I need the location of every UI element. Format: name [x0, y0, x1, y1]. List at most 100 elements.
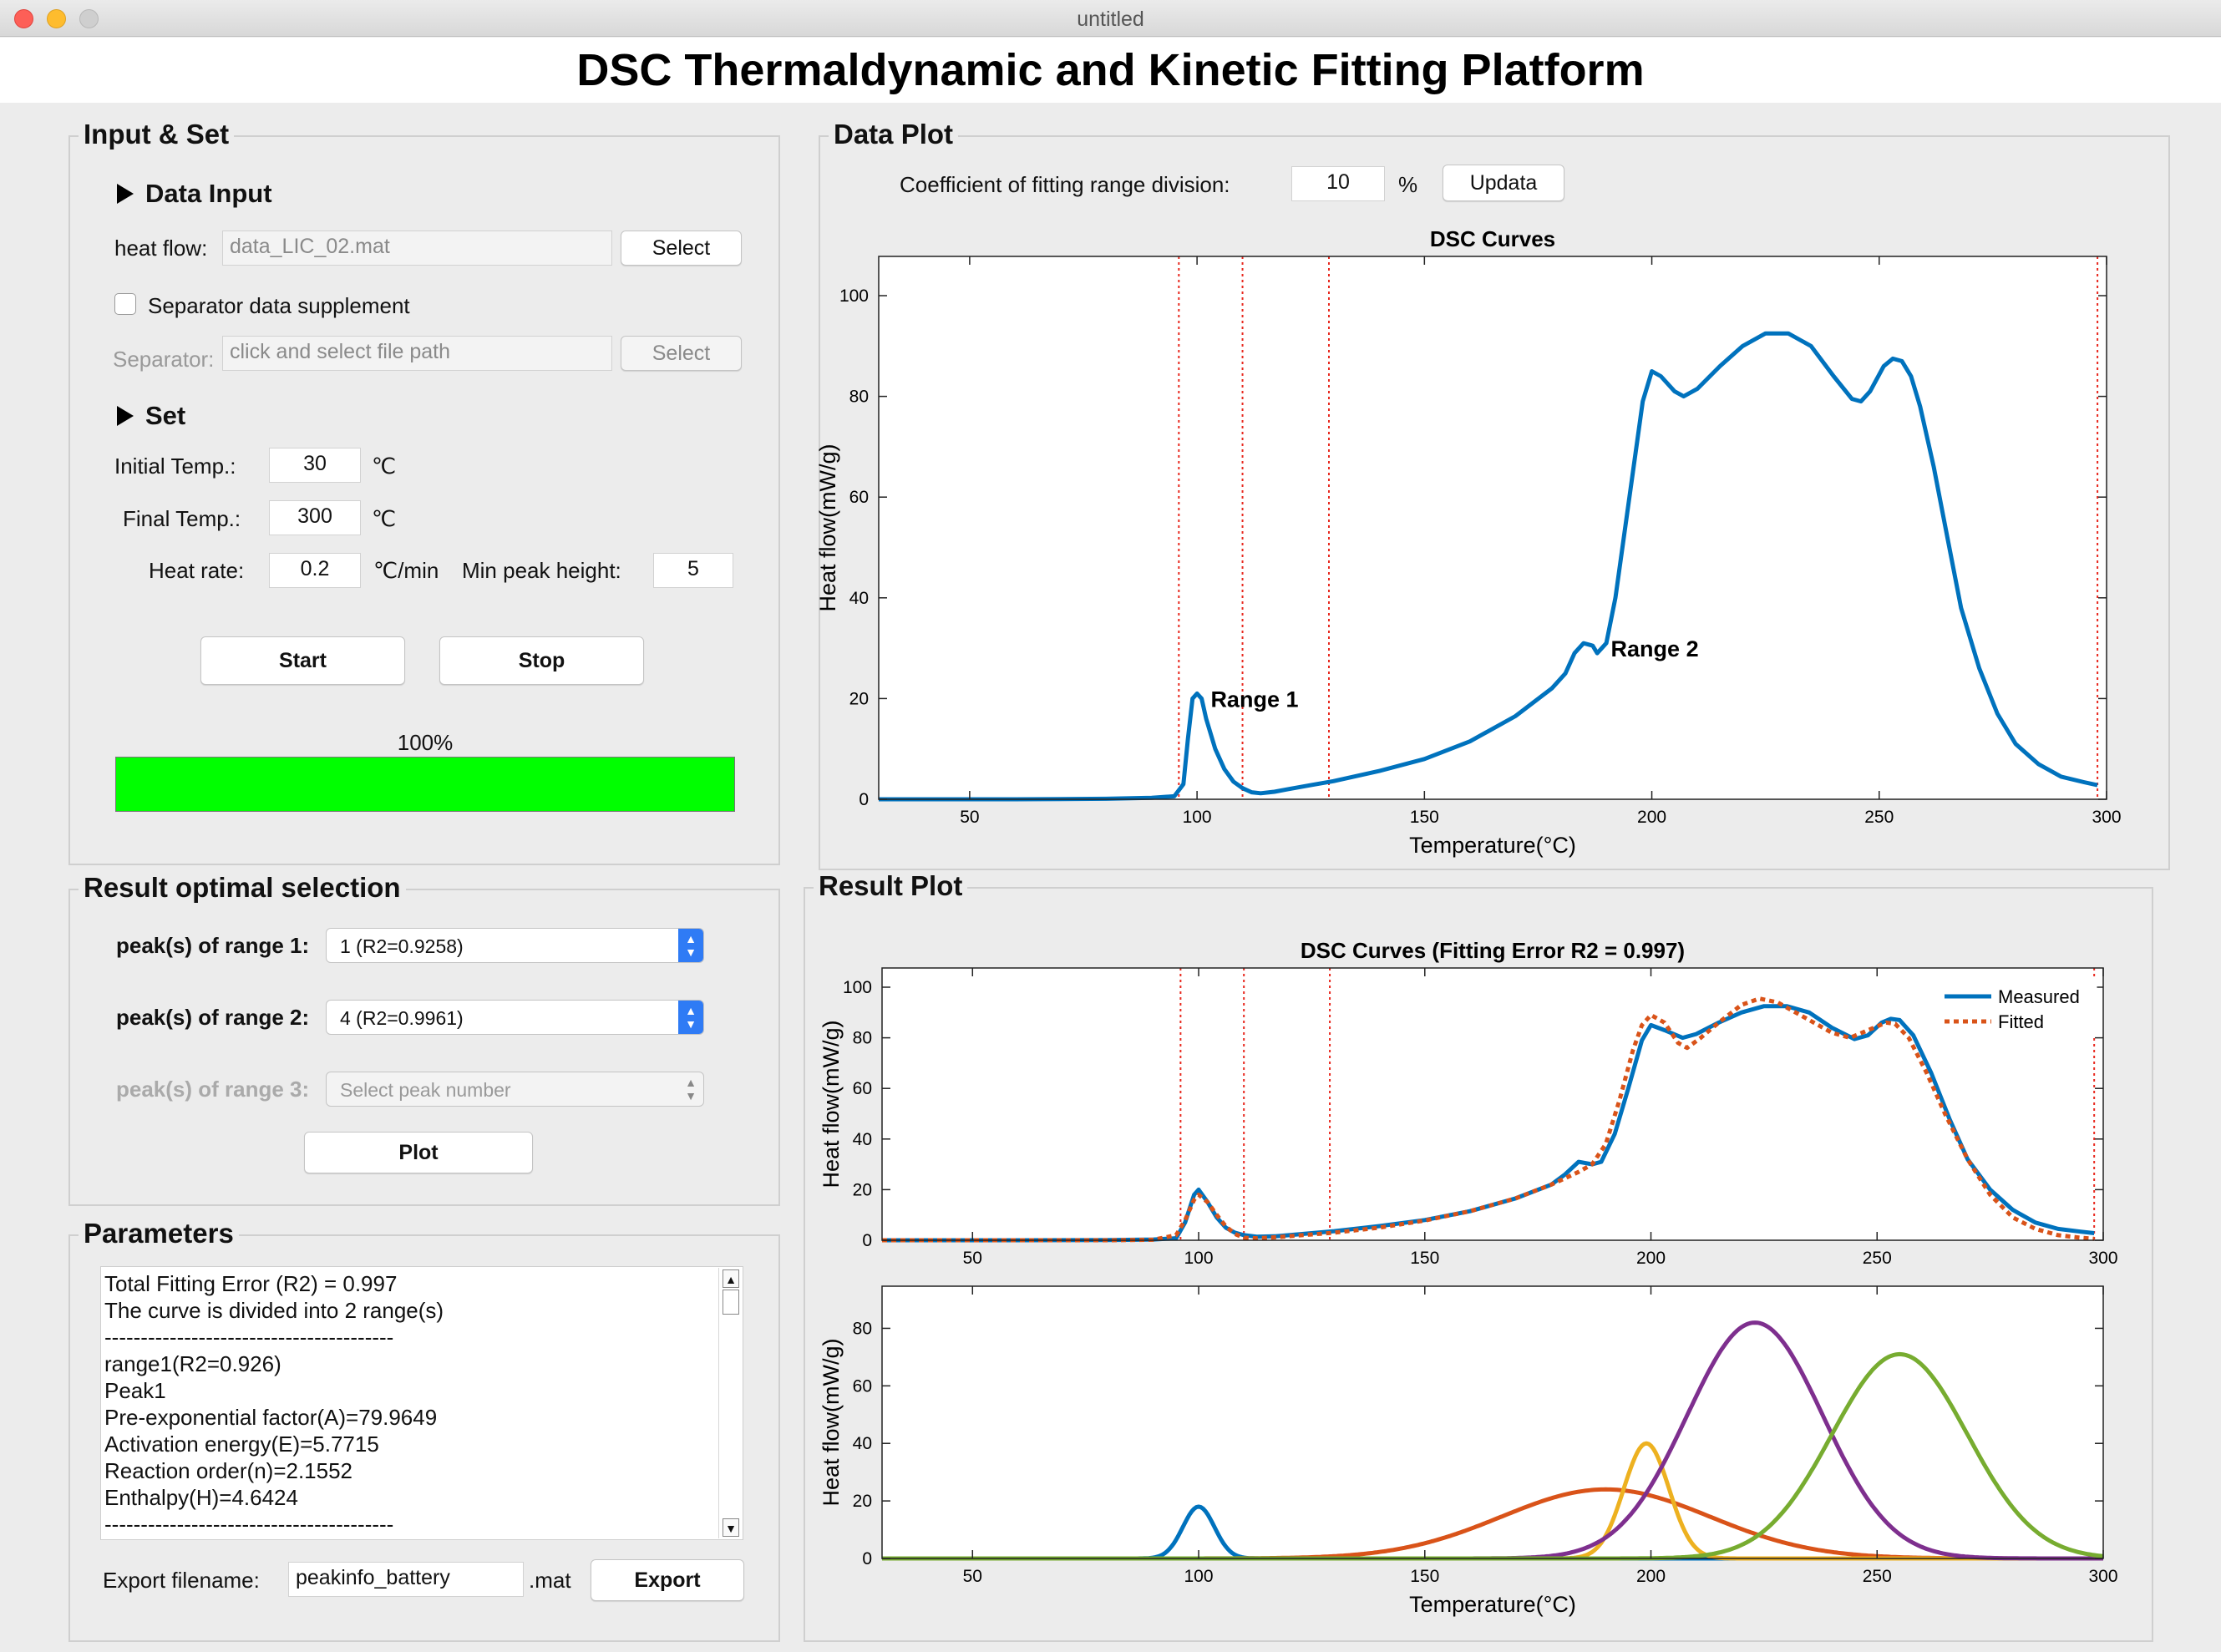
- coefficient-label: Coefficient of fitting range division:: [900, 172, 1230, 197]
- scroll-down-icon[interactable]: ▼: [723, 1518, 739, 1537]
- start-button[interactable]: Start: [200, 636, 405, 685]
- x-tick-label: 100: [1183, 808, 1212, 827]
- parameters-scrollbar[interactable]: ▲ ▼: [718, 1268, 742, 1538]
- range3-peaks-value: Select peak number: [340, 1079, 511, 1101]
- update-button[interactable]: Updata: [1443, 165, 1564, 201]
- y-tick-label: 0: [862, 1549, 872, 1568]
- range1-peaks-dropdown[interactable]: 1 (R2=0.9258) ▲ ▼: [326, 928, 704, 963]
- chevron-up-down-icon: ▲ ▼: [678, 929, 703, 962]
- parameters-line: ----------------------------------------: [104, 1325, 394, 1350]
- x-tick-label: 50: [963, 1567, 982, 1586]
- app-header: DSC Thermaldynamic and Kinetic Fitting P…: [0, 38, 2221, 103]
- x-tick-label: 250: [1863, 1567, 1892, 1586]
- parameters-line: Peak1: [104, 1378, 166, 1403]
- x-tick-label: 50: [963, 1249, 982, 1268]
- x-tick-label: 200: [1636, 1567, 1666, 1586]
- x-axis-label: Temperature(°C): [1409, 833, 1576, 858]
- y-tick-label: 60: [853, 1376, 872, 1396]
- plot-area: [879, 256, 2107, 799]
- plot-area: [882, 968, 2103, 1240]
- y-tick-label: 80: [853, 1029, 872, 1048]
- dsc-chart: DSC Curves 50 100 150 200 250 300 0 20 40 60 80 100 T…: [819, 226, 2122, 858]
- separator-select-button[interactable]: Select: [621, 336, 742, 371]
- y-axis-label: Heat flow(mW/g): [819, 443, 840, 611]
- range2-peaks-dropdown[interactable]: 4 (R2=0.9961) ▲ ▼: [326, 1000, 704, 1035]
- heat-rate-label: Heat rate:: [149, 558, 245, 583]
- export-button[interactable]: Export: [591, 1559, 744, 1601]
- chart-title: DSC Curves (Fitting Error R2 = 0.997): [1301, 938, 1685, 963]
- triangle-right-icon: [117, 184, 134, 204]
- final-temp-label: Final Temp.:: [123, 506, 241, 531]
- scroll-thumb[interactable]: [723, 1290, 739, 1315]
- plot-button[interactable]: Plot: [304, 1132, 533, 1173]
- y-tick-label: 40: [849, 589, 869, 608]
- y-tick-label: 20: [853, 1180, 872, 1199]
- stop-button[interactable]: Stop: [439, 636, 644, 685]
- progress-bar-fill: [116, 758, 734, 811]
- heat-flow-path-field[interactable]: data_LIC_02.mat: [222, 231, 612, 266]
- x-tick-label: 300: [2088, 1567, 2117, 1586]
- parameters-line: Total Fitting Error (R2) = 0.997: [104, 1271, 398, 1296]
- data-input-heading: Data Input: [117, 179, 272, 209]
- triangle-right-icon: [117, 406, 134, 426]
- progress-bar: [115, 757, 735, 812]
- x-tick-label: 250: [1864, 808, 1894, 827]
- chevron-up-down-icon: ▲ ▼: [678, 1001, 703, 1034]
- fit-chart: DSC Curves (Fitting Error R2 = 0.997) 50 1…: [819, 938, 2118, 1268]
- x-tick-label: 100: [1184, 1567, 1214, 1586]
- parameters-line: Pre-exponential factor(A)=79.9649: [104, 1405, 438, 1430]
- peaks-chart: 50 100 150 200 250 300 0 20 40 60 80 Temperature(°C…: [819, 1285, 2118, 1617]
- separator-checkbox[interactable]: [114, 293, 136, 315]
- x-tick-label: 150: [1410, 1567, 1439, 1586]
- min-peak-height-label: Min peak height:: [462, 558, 621, 583]
- window-title: untitled: [1077, 8, 1144, 31]
- y-tick-label: 80: [853, 1319, 872, 1338]
- initial-temp-label: Initial Temp.:: [114, 454, 236, 479]
- y-tick-label: 100: [839, 286, 869, 306]
- range1-peaks-value: 1 (R2=0.9258): [340, 935, 464, 957]
- separator-label: Separator:: [113, 347, 215, 372]
- chevron-up-down-icon: ▲ ▼: [685, 1076, 697, 1102]
- chart-annotation: Range 1: [1210, 687, 1298, 712]
- export-extension-label: .mat: [529, 1568, 571, 1593]
- window-titlebar: untitled: [0, 0, 2221, 37]
- x-tick-label: 150: [1410, 1249, 1439, 1268]
- y-tick-label: 20: [849, 689, 869, 708]
- scroll-up-icon[interactable]: ▲: [723, 1269, 739, 1288]
- initial-temp-unit: ℃: [372, 454, 397, 479]
- x-tick-label: 300: [2092, 808, 2121, 827]
- coefficient-input[interactable]: 10: [1291, 166, 1385, 201]
- range3-peaks-dropdown[interactable]: Select peak number ▲ ▼: [326, 1072, 704, 1107]
- parameters-line: range1(R2=0.926): [104, 1351, 281, 1376]
- y-tick-label: 40: [853, 1434, 872, 1453]
- range2-peaks-label: peak(s) of range 2:: [116, 1005, 310, 1030]
- min-peak-height-input[interactable]: 5: [653, 553, 733, 588]
- heat-flow-label: heat flow:: [114, 236, 208, 261]
- parameters-line: Activation energy(E)=5.7715: [104, 1432, 379, 1457]
- x-tick-label: 100: [1184, 1249, 1214, 1268]
- x-tick-label: 200: [1636, 1249, 1666, 1268]
- separator-checkbox-label: Separator data supplement: [148, 293, 410, 318]
- parameters-line: Reaction order(n)=2.1552: [104, 1458, 353, 1483]
- x-tick-label: 150: [1410, 808, 1439, 827]
- initial-temp-input[interactable]: 30: [269, 448, 361, 483]
- y-tick-label: 100: [843, 978, 872, 997]
- y-tick-label: 20: [853, 1492, 872, 1511]
- export-filename-label: Export filename:: [103, 1568, 260, 1593]
- heat-flow-select-button[interactable]: Select: [621, 231, 742, 266]
- parameters-output[interactable]: Total Fitting Error (R2) = 0.997 The cur…: [100, 1266, 743, 1540]
- panel-title-parameters: Parameters: [79, 1218, 239, 1249]
- final-temp-unit: ℃: [372, 506, 397, 531]
- panel-title-data-plot: Data Plot: [829, 119, 959, 150]
- separator-path-field[interactable]: click and select file path: [222, 336, 612, 371]
- export-filename-input[interactable]: peakinfo_battery: [288, 1562, 524, 1597]
- panel-title-result-selection: Result optimal selection: [79, 872, 406, 904]
- parameters-line: Enthalpy(H)=4.6424: [104, 1485, 298, 1510]
- y-tick-label: 80: [849, 388, 869, 407]
- x-tick-label: 50: [960, 808, 979, 827]
- plot-area: [882, 1286, 2103, 1558]
- final-temp-input[interactable]: 300: [269, 500, 361, 535]
- coefficient-unit: %: [1398, 172, 1418, 197]
- heat-rate-input[interactable]: 0.2: [269, 553, 361, 588]
- legend-label: Fitted: [1998, 1011, 2044, 1032]
